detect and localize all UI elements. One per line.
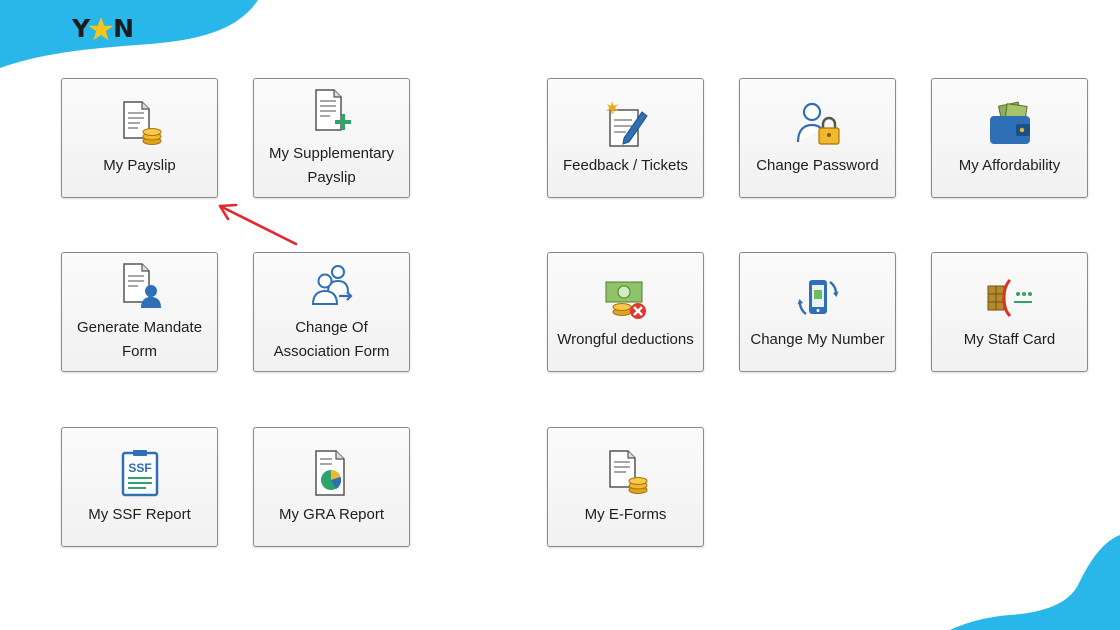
tile-label: My SSF Report bbox=[88, 506, 191, 523]
wallet-icon bbox=[984, 98, 1036, 150]
payslip-icon bbox=[114, 98, 166, 150]
password-icon bbox=[792, 98, 844, 150]
tile-label: My Affordability bbox=[958, 157, 1061, 174]
tile-change-password[interactable]: Change Password bbox=[739, 78, 896, 198]
tile-label: Change My Number bbox=[750, 331, 885, 348]
tile-my-staff-card[interactable]: My Staff Card bbox=[931, 252, 1088, 372]
logo-letter-left: Y bbox=[72, 13, 90, 43]
tile-label: Change Password bbox=[756, 157, 879, 174]
tile-my-supplementary-payslip[interactable]: My Supplementary Payslip bbox=[253, 78, 410, 198]
wrongful-deductions-icon bbox=[600, 272, 652, 324]
tile-label: Wrongful deductions bbox=[557, 331, 694, 348]
tile-my-affordability[interactable]: My Affordability bbox=[931, 78, 1088, 198]
red-annotation-arrow-icon bbox=[218, 203, 298, 246]
mandate-form-icon bbox=[114, 260, 166, 312]
tile-label: My Payslip bbox=[103, 157, 176, 174]
star-icon bbox=[88, 17, 114, 41]
supplementary-payslip-icon bbox=[306, 86, 358, 138]
tile-label: My GRA Report bbox=[278, 506, 385, 523]
tile-wrongful-deductions[interactable]: Wrongful deductions bbox=[547, 252, 704, 372]
tile-label: Feedback / Tickets bbox=[562, 157, 689, 174]
tile-my-ssf-report[interactable]: SSF My SSF Report bbox=[61, 427, 218, 547]
tile-generate-mandate-form[interactable]: Generate Mandate Form bbox=[61, 252, 218, 372]
tile-change-my-number[interactable]: Change My Number bbox=[739, 252, 896, 372]
ssf-report-icon: SSF bbox=[114, 447, 166, 499]
gra-report-icon bbox=[306, 447, 358, 499]
tile-label: My E-Forms bbox=[584, 506, 667, 523]
brand-wave-bottom-right bbox=[950, 535, 1120, 630]
logo-letter-right: N bbox=[113, 13, 134, 43]
association-form-icon bbox=[306, 260, 358, 312]
staff-card-icon bbox=[984, 272, 1036, 324]
tile-label: Change Of Association Form bbox=[273, 319, 390, 360]
tile-my-gra-report[interactable]: My GRA Report bbox=[253, 427, 410, 547]
tile-my-payslip[interactable]: My Payslip bbox=[61, 78, 218, 198]
eforms-icon bbox=[600, 447, 652, 499]
tile-label: My Supplementary Payslip bbox=[268, 145, 395, 186]
tile-change-of-association-form[interactable]: Change Of Association Form bbox=[253, 252, 410, 372]
phone-icon bbox=[792, 272, 844, 324]
tile-my-e-forms[interactable]: My E-Forms bbox=[547, 427, 704, 547]
feedback-icon bbox=[600, 98, 652, 150]
ssf-icon-text: SSF bbox=[128, 461, 151, 475]
tile-label: Generate Mandate Form bbox=[76, 319, 203, 360]
tile-feedback-tickets[interactable]: Feedback / Tickets bbox=[547, 78, 704, 198]
tile-label: My Staff Card bbox=[963, 331, 1056, 348]
brand-logo[interactable]: Y N bbox=[72, 13, 134, 43]
